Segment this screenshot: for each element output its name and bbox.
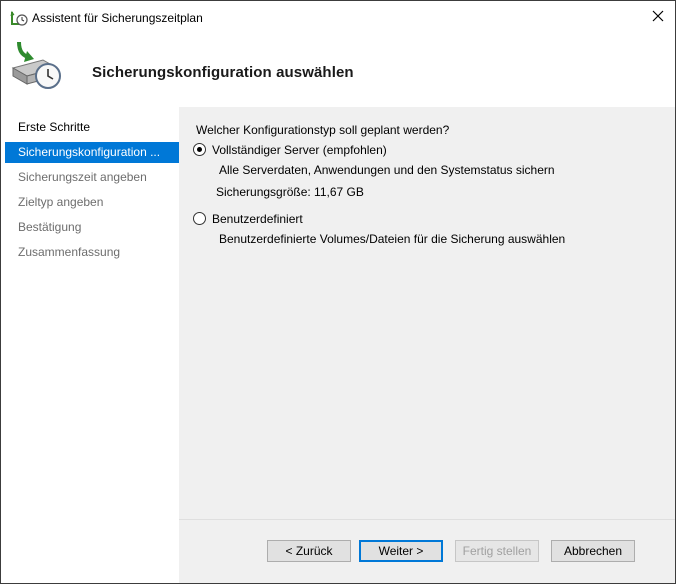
- step-bestaetigung: Bestätigung: [18, 220, 82, 234]
- cancel-button[interactable]: Abbrechen: [551, 540, 635, 562]
- window-title: Assistent für Sicherungszeitplan: [32, 11, 203, 25]
- wizard-window: Assistent für Sicherungszeitplan Sicheru…: [0, 0, 676, 584]
- backup-drive-clock-icon: [9, 38, 65, 92]
- button-bar: < Zurück Weiter > Fertig stellen Abbrech…: [179, 519, 675, 583]
- close-button[interactable]: [641, 1, 675, 34]
- page-title: Sicherungskonfiguration auswählen: [92, 64, 354, 81]
- full-server-radio[interactable]: [193, 143, 206, 156]
- custom-description: Benutzerdefinierte Volumes/Dateien für d…: [219, 232, 566, 246]
- content-panel: Welcher Konfigurationstyp soll geplant w…: [179, 107, 675, 519]
- finish-button: Fertig stellen: [455, 540, 539, 562]
- step-sicherungszeit: Sicherungszeit angeben: [18, 170, 147, 184]
- radio-selected-dot: [197, 147, 202, 152]
- backup-size-text: Sicherungsgröße: 11,67 GB: [216, 185, 364, 199]
- custom-radio[interactable]: [193, 212, 206, 225]
- wizard-steps: Erste Schritte Sicherungskonfiguration .…: [1, 107, 179, 583]
- wizard-header: Sicherungskonfiguration auswählen: [1, 34, 675, 107]
- config-type-question: Welcher Konfigurationstyp soll geplant w…: [196, 123, 450, 137]
- step-erste-schritte[interactable]: Erste Schritte: [5, 117, 179, 138]
- full-server-label[interactable]: Vollständiger Server (empfohlen): [212, 143, 387, 157]
- backup-schedule-icon: [10, 10, 28, 26]
- step-sicherungskonfiguration[interactable]: Sicherungskonfiguration ...: [5, 142, 179, 163]
- step-zusammenfassung: Zusammenfassung: [18, 245, 121, 259]
- close-icon: [652, 10, 664, 25]
- title-bar: Assistent für Sicherungszeitplan: [1, 1, 675, 34]
- next-button[interactable]: Weiter >: [359, 540, 443, 562]
- full-server-description: Alle Serverdaten, Anwendungen und den Sy…: [219, 163, 555, 177]
- back-button[interactable]: < Zurück: [267, 540, 351, 562]
- custom-label[interactable]: Benutzerdefiniert: [212, 212, 303, 226]
- step-zieltyp: Zieltyp angeben: [18, 195, 104, 209]
